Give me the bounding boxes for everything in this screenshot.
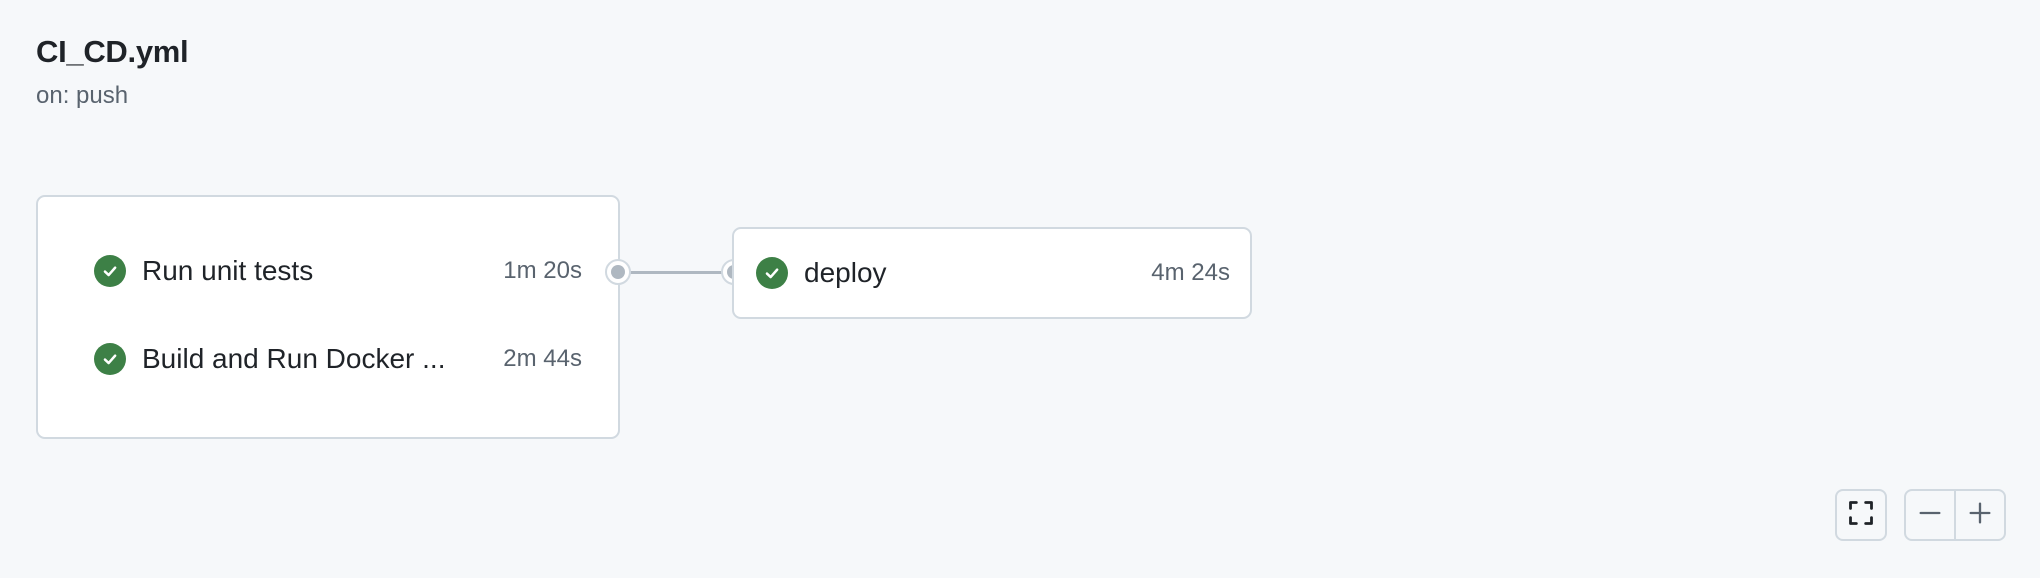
job-build-and-run-docker[interactable]: Build and Run Docker ... 2m 44s	[94, 337, 582, 381]
minus-icon	[1916, 499, 1944, 532]
check-circle-icon	[94, 343, 126, 375]
job-name: deploy	[804, 257, 887, 288]
job-duration: 2m 44s	[503, 345, 582, 372]
job-duration: 4m 24s	[1151, 259, 1230, 286]
zoom-in-button[interactable]	[1954, 491, 2004, 539]
job-run-unit-tests[interactable]: Run unit tests 1m 20s	[94, 249, 582, 293]
job-duration: 1m 20s	[503, 257, 582, 284]
job-connector-line	[618, 271, 734, 274]
job-group-deploy: deploy 4m 24s	[732, 227, 1252, 319]
check-circle-icon	[94, 255, 126, 287]
job-group-build: Run unit tests 1m 20s Build and Run Dock…	[36, 195, 620, 439]
zoom-out-button[interactable]	[1906, 491, 1954, 539]
job-deploy[interactable]: deploy 4m 24s	[756, 251, 1230, 295]
output-port	[605, 259, 631, 285]
workflow-title[interactable]: CI_CD.yml	[36, 34, 189, 70]
job-name: Run unit tests	[142, 255, 314, 286]
zoom-controls	[1904, 489, 2006, 541]
plus-icon	[1966, 499, 1994, 532]
fullscreen-icon	[1847, 499, 1875, 532]
workflow-graph-canvas: CI_CD.yml on: push Run unit tests 1m 20s…	[0, 0, 2040, 578]
fullscreen-button[interactable]	[1835, 489, 1887, 541]
workflow-trigger: on: push	[36, 82, 129, 109]
check-circle-icon	[756, 257, 788, 289]
job-name: Build and Run Docker ...	[142, 343, 446, 374]
